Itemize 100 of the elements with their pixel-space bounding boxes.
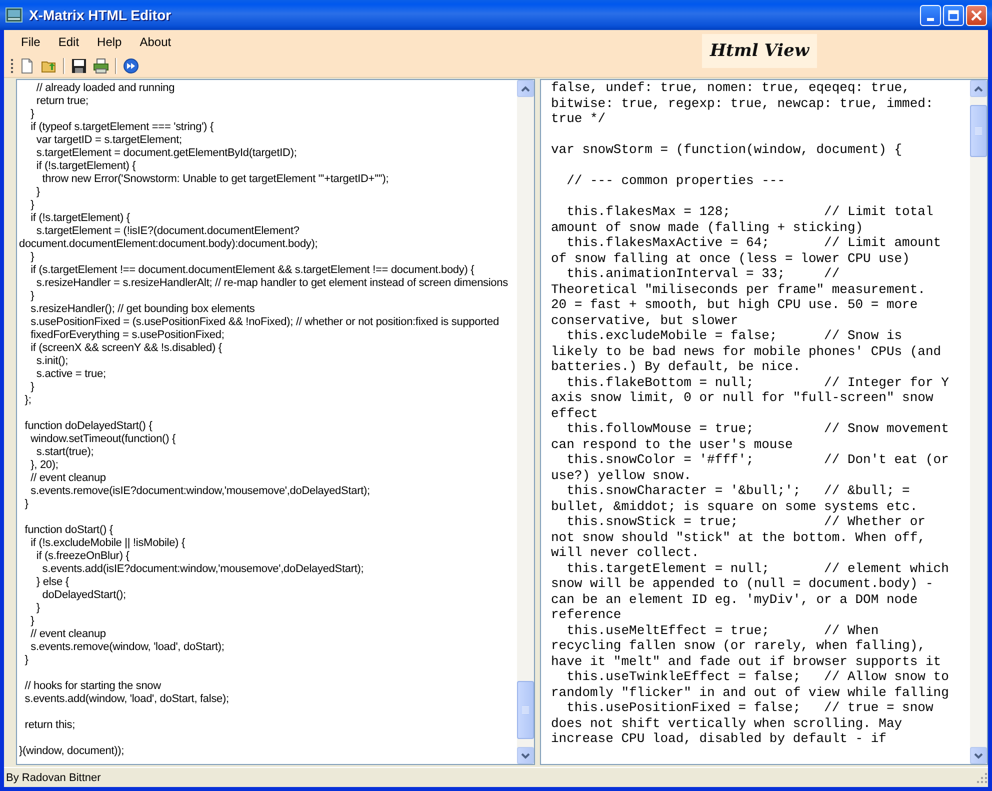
code-line: fixedForEverything = s.usePositionFixed;	[30, 329, 226, 342]
code-line: }, 20);	[30, 459, 60, 472]
code-line: s.resizeHandler(); // get bounding box elements	[30, 303, 256, 316]
window-title: X-Matrix HTML Editor	[29, 7, 172, 23]
code-line: s.init();	[35, 355, 70, 368]
code-line: this.snowColor = '#fff'; // Don't eat (or	[566, 452, 950, 468]
code-line: }	[35, 602, 41, 615]
code-line: doDelayedStart();	[41, 589, 127, 602]
code-line: function doStart() {	[24, 524, 114, 537]
menu-item[interactable]: File	[12, 32, 50, 52]
menu-item[interactable]: Edit	[49, 32, 88, 52]
code-line: document.documentElement:document.body):document.body);	[19, 238, 319, 251]
code-line: s.usePositionFixed = (s.usePositionFixed && !noFixed); // whether or not position:fixed is supported	[30, 316, 500, 329]
code-line: if (typeof s.targetElement === 'string') {	[30, 121, 214, 134]
code-line: bullet, &middot; is square on some systems etc.	[551, 498, 919, 514]
code-line: if (s.freezeOnBlur) {	[35, 550, 130, 563]
code-line: not snow should "stick" at the bottom. When off,	[551, 530, 926, 545]
close-button[interactable]	[966, 4, 987, 26]
save-icon[interactable]	[71, 58, 87, 74]
code-line: does not shift vertically when scrolling. May	[551, 716, 904, 731]
code-line: this.useMeltEffect = true; // When	[566, 622, 880, 638]
code-line: }	[30, 290, 36, 303]
printer-icon[interactable]	[93, 58, 109, 74]
code-line: this.flakesMaxActive = 64; // Limit amount	[566, 235, 942, 250]
code-line: this.usePositionFixed = false; // true = snow	[566, 700, 934, 716]
code-line: this.targetElement = null; // element which	[566, 560, 950, 576]
code-line: randomly "flicker" in and out of view while falling	[551, 684, 950, 700]
caret-up-icon	[521, 86, 530, 92]
code-line: }	[24, 654, 30, 667]
scroll-down-button[interactable]	[970, 747, 987, 764]
code-line: effect	[551, 406, 599, 421]
toolbar-grip[interactable]	[10, 58, 13, 74]
code-line: // event cleanup	[30, 628, 107, 641]
code-line: }	[30, 251, 36, 264]
code-line: };	[24, 394, 32, 407]
code-line: var snowStorm = (function(window, document) {	[551, 142, 904, 158]
code-line: }	[35, 186, 41, 199]
code-line: false, undef: true, nomen: true, eqeqeq: true,	[551, 80, 911, 96]
resize-grip[interactable]	[976, 772, 988, 784]
code-line: s.events.add(isIE?document:window,'mousemove',doDelayedStart);	[41, 563, 365, 576]
code-line: }	[30, 615, 36, 628]
view-label: Html View	[702, 34, 818, 68]
code-line: conservative, but slower	[551, 312, 740, 328]
code-line: will never collect.	[551, 545, 700, 560]
code-line: have it "melt" and fade out if browser supports it	[551, 654, 942, 669]
code-line: // event cleanup	[30, 472, 107, 485]
new-document-icon[interactable]	[19, 58, 35, 74]
code-line: throw new Error('Snowstorm: Unable to get targetElement "'+targetID+'"');	[41, 173, 390, 186]
status-text: By Radovan Bittner	[6, 772, 102, 784]
code-line: reference	[551, 607, 622, 622]
code-line: s.targetElement = document.getElementById(targetID);	[35, 147, 298, 160]
app-icon	[5, 6, 23, 24]
code-line: axis snow limit, 0 or null for "full-screen" snow	[551, 390, 934, 406]
scroll-thumb[interactable]	[517, 681, 534, 739]
caret-down-icon	[521, 752, 530, 758]
code-line: increase CPU load, disabled by default - if	[551, 731, 888, 746]
code-line: // already loaded and running	[35, 82, 176, 95]
code-line: function doDelayedStart() {	[24, 420, 154, 433]
code-line: this.snowStick = true; // Whether or	[566, 514, 926, 530]
code-line: this.snowCharacter = '&bull;'; // &bull; =	[566, 483, 911, 498]
code-line: batteries.) By default, be nice.	[551, 359, 802, 374]
code-line: of snow falling at once (less = lower CPU use)	[551, 250, 911, 266]
code-line: if (screenX && screenY && !s.disabled) {	[30, 342, 223, 355]
scroll-up-button[interactable]	[517, 80, 534, 97]
code-line: snow will be appended to (null = document.body) -	[551, 576, 934, 592]
code-line: recycling fallen snow (or rarely, when falling),	[551, 638, 926, 654]
menu-item[interactable]: About	[130, 32, 180, 52]
code-line: Theoretical "miliseconds per frame" measurement.	[551, 282, 926, 297]
code-line: if (!s.excludeMobile || !isMobile) {	[30, 537, 186, 550]
code-line: s.start(true);	[35, 446, 95, 459]
code-line: var targetID = s.targetElement;	[35, 134, 183, 147]
caret-up-icon	[974, 86, 983, 92]
minimize-icon	[927, 18, 934, 20]
code-line: s.events.add(window, 'load', doStart, false);	[24, 693, 230, 706]
code-line: } else {	[35, 576, 70, 589]
maximize-button[interactable]	[943, 4, 964, 26]
source-editor[interactable]	[16, 79, 535, 765]
code-line: }(window, document));	[19, 745, 126, 758]
code-line: use?) yellow snow.	[551, 468, 692, 483]
scroll-down-button[interactable]	[517, 747, 534, 764]
code-line: }	[24, 498, 30, 511]
code-line: return this;	[24, 719, 76, 732]
close-icon	[971, 10, 982, 20]
code-line: window.setTimeout(function() {	[30, 433, 177, 446]
code-line: this.flakeBottom = null; // Integer for Y	[566, 374, 950, 390]
caret-down-icon	[974, 752, 983, 758]
minimize-button[interactable]	[920, 4, 941, 26]
code-line: s.resizeHandler = s.resizeHandlerAlt; // re-map handler to get element instead of screen dimensions	[35, 277, 509, 290]
scroll-thumb[interactable]	[970, 105, 987, 157]
code-line: 20 = fast + smooth, but high CPU use. 50 = more	[551, 297, 919, 312]
code-line: // --- common properties ---	[566, 173, 786, 188]
menu-item[interactable]: Help	[88, 32, 131, 52]
scroll-up-button[interactable]	[970, 80, 987, 97]
code-line: s.active = true;	[35, 368, 107, 381]
code-line: this.excludeMobile = false; // Snow is	[566, 328, 904, 344]
code-line: }	[30, 199, 36, 212]
forward-icon[interactable]	[123, 58, 139, 74]
code-line: this.followMouse = true; // Snow movement	[566, 421, 950, 436]
code-line: bitwise: true, regexp: true, newcap: true, immed:	[551, 96, 934, 111]
code-line: if (!s.targetElement) {	[35, 160, 137, 173]
